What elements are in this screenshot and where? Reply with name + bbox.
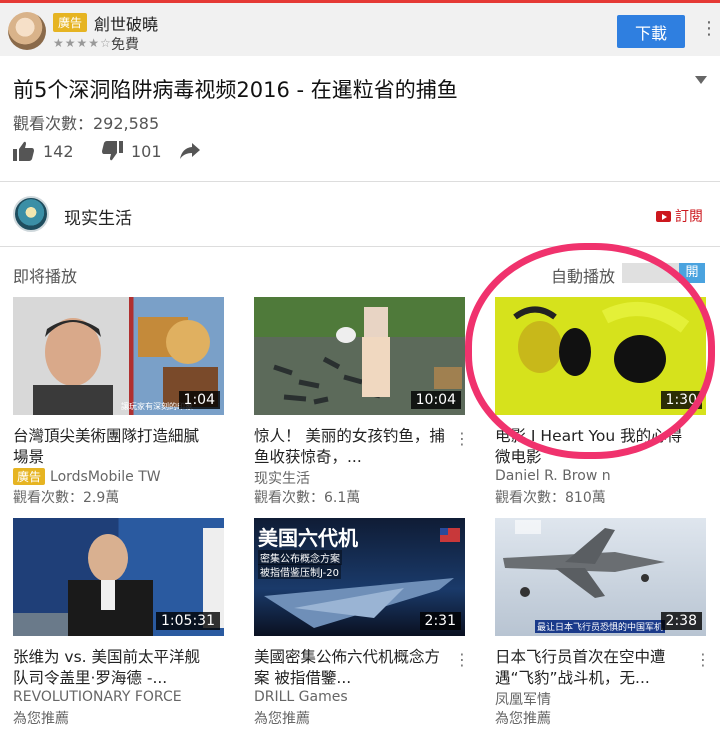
video-card-title[interactable]: 张维为 vs. 美国前太平洋舰队司令盖里·罗海德 -... [13, 647, 205, 689]
video-card[interactable]: 1:30 电影 I Heart You 我的心得 微电影 Daniel R. B… [495, 297, 706, 507]
channel-label: LordsMobile TW [50, 469, 161, 485]
channel-avatar[interactable] [13, 196, 49, 232]
video-thumbnail[interactable]: 10:04 [254, 297, 465, 415]
ad-badge: 廣告 [13, 468, 46, 485]
video-card-channel: 廣告 LordsMobile TW [13, 468, 161, 485]
video-card[interactable]: 美国六代机 密集公布概念方案 被指借鉴压制J-20 2:31 美國密集公佈六代机… [254, 518, 470, 729]
ad-banner[interactable]: 廣告 創世破曉 ★★★★☆ 免費 下載 ⋮ [0, 0, 720, 56]
video-card-meta: 為您推薦 [495, 711, 551, 727]
video-card[interactable]: 讓玩家有深刻的印象 1:04 台灣頂尖美術團隊打造細膩場景 廣告 LordsMob… [13, 297, 224, 507]
video-card-meta: 為您推薦 [13, 711, 69, 727]
video-title: 前5个深洞陷阱病毒视频2016 - 在暹粒省的捕鱼 [13, 78, 458, 102]
thumbnail-subline: 密集公布概念方案 [258, 550, 342, 565]
view-count: 觀看次數：292,585 [13, 114, 160, 133]
thumbs-up-icon[interactable] [13, 141, 35, 161]
dislike-count: 101 [131, 142, 162, 161]
video-card[interactable]: 1:05:31 张维为 vs. 美国前太平洋舰队司令盖里·罗海德 -... RE… [13, 518, 224, 729]
vertical-dots-icon[interactable]: ⋮ [454, 429, 470, 448]
ad-price: 免費 [111, 37, 139, 53]
thumbnail-subline: 被指借鉴压制J-20 [258, 564, 341, 579]
video-thumbnail[interactable]: 1:05:31 [13, 518, 224, 636]
video-card[interactable]: 最让日本飞行员恐惧的中国军机 2:38 日本飞行员首次在空中遭遇“飞豹”战斗机，… [495, 518, 711, 729]
video-thumbnail[interactable]: 讓玩家有深刻的印象 1:04 [13, 297, 224, 415]
vertical-dots-icon[interactable]: ⋮ [695, 650, 711, 669]
like-count: 142 [43, 142, 74, 161]
video-card-title[interactable]: 电影 I Heart You 我的心得 微电影 [495, 426, 687, 468]
autoplay-label: 自動播放 [551, 267, 616, 286]
thumbs-down-icon[interactable] [101, 141, 123, 161]
video-card-channel: DRILL Games [254, 689, 348, 705]
ad-app-icon[interactable] [8, 12, 46, 50]
ad-app-title[interactable]: 創世破曉 [94, 11, 158, 35]
subscribe-button[interactable]: 訂閱 [656, 206, 703, 226]
duration-badge: 1:05:31 [156, 612, 220, 630]
video-card-channel: 现实生活 [254, 471, 310, 487]
vertical-dots-icon[interactable]: ⋮ [700, 18, 718, 39]
duration-badge: 1:30 [660, 391, 702, 409]
video-card-channel: REVOLUTIONARY FORCE [13, 689, 182, 705]
duration-badge: 1:04 [178, 391, 220, 409]
share-icon[interactable] [180, 143, 200, 159]
video-card-channel: 凤凰军情 [495, 692, 551, 708]
video-card-meta: 觀看次數：810萬 [495, 490, 606, 506]
vertical-dots-icon[interactable]: ⋮ [454, 650, 470, 669]
ad-badge: 廣告 [53, 13, 88, 32]
video-thumbnail[interactable]: 美国六代机 密集公布概念方案 被指借鉴压制J-20 2:31 [254, 518, 465, 636]
video-card-title[interactable]: 台灣頂尖美術團隊打造細膩場景 [13, 426, 205, 468]
video-card-meta: 為您推薦 [254, 711, 310, 727]
chevron-down-icon[interactable] [695, 76, 707, 84]
video-card-title[interactable]: 日本飞行员首次在空中遭遇“飞豹”战斗机，无... [495, 647, 687, 689]
youtube-icon [656, 211, 671, 222]
video-card-channel: Daniel R. Brow n [495, 468, 611, 484]
duration-badge: 2:31 [419, 612, 461, 630]
subscribe-label: 訂閱 [675, 209, 703, 225]
toggle-knob: 開 [679, 263, 705, 283]
divider [0, 246, 720, 247]
divider [0, 181, 720, 182]
thumbnail-headline: 美国六代机 [258, 526, 358, 550]
duration-badge: 10:04 [410, 391, 461, 409]
autoplay-toggle[interactable]: 開 [622, 263, 705, 283]
thumbnail-caption: 最让日本飞行员恐惧的中国军机 [535, 620, 666, 633]
download-button[interactable]: 下載 [617, 15, 685, 48]
duration-badge: 2:38 [660, 612, 702, 630]
rating-stars: ★★★★☆ [53, 36, 112, 50]
video-card-title[interactable]: 惊人！ 美丽的女孩钓鱼，捕鱼收获惊奇，... [254, 426, 446, 468]
channel-name[interactable]: 现实生活 [64, 204, 132, 229]
video-thumbnail[interactable]: 1:30 [495, 297, 706, 415]
video-card[interactable]: 10:04 惊人！ 美丽的女孩钓鱼，捕鱼收获惊奇，... 现实生活 觀看次數：6… [254, 297, 470, 507]
video-card-title[interactable]: 美國密集公佈六代机概念方案 被指借鑒... [254, 647, 446, 689]
video-thumbnail[interactable]: 最让日本飞行员恐惧的中国军机 2:38 [495, 518, 706, 636]
video-card-meta: 觀看次數：2.9萬 [13, 490, 120, 506]
up-next-label: 即将播放 [13, 267, 78, 286]
video-card-meta: 觀看次數：6.1萬 [254, 490, 361, 506]
